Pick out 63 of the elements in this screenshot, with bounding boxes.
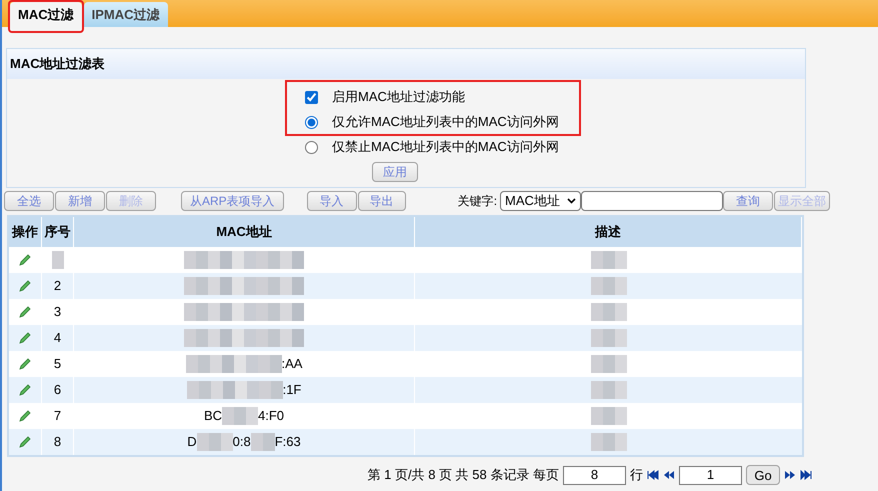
mac-cell-text: :AA [282,355,302,374]
index-cell-text: 2 [54,277,62,296]
mac-cell-text: 4:F0 [258,407,284,426]
checkbox[interactable] [305,90,318,104]
page-field[interactable]: 1 [679,466,742,484]
mac-cell-text: 0:8 [232,433,251,452]
pixelated-mask [590,329,626,347]
pencil-icon[interactable] [18,435,32,449]
mac-cell-text: D [187,433,197,452]
toolbar-button[interactable]: 新增 [55,191,105,211]
pencil-icon[interactable] [18,409,32,423]
pixelated-mask [222,407,258,425]
index-cell-text: 5 [54,355,62,374]
pixelated-mask [590,355,626,373]
page-summary: 第 1 页/共 8 页 共 58 条记录 每页 [368,466,559,484]
toolbar-button[interactable]: 全选 [4,191,54,211]
pencil-icon[interactable] [18,253,32,267]
previous-page-icon[interactable] [663,470,675,480]
pencil-icon[interactable] [18,357,32,371]
pencil-icon[interactable] [18,383,32,397]
go-button[interactable]: Go [746,465,780,485]
apply-button[interactable]: 应用 [372,162,418,182]
chevron-down-icon [567,198,576,204]
mac-cell-text: :1F [282,381,302,400]
rows-label: 行 [630,466,643,484]
index-cell-text: 8 [54,433,62,452]
pixelated-mask [250,433,275,451]
pencil-icon[interactable] [18,305,32,319]
mac-cell-text: F:63 [274,433,301,452]
pixelated-mask [590,277,626,295]
toolbar-button[interactable]: 从ARP表项导入 [181,191,284,211]
radio-button[interactable] [305,140,318,154]
option-label: 仅禁止MAC地址列表中的MAC访问外网 [332,138,559,156]
pixelated-mask [52,251,64,269]
pixelated-mask [590,303,626,321]
keyword-label: 关键字: [458,193,498,210]
pencil-icon[interactable] [18,279,32,293]
index-cell-text: 7 [54,407,62,426]
index-cell-text: 4 [54,329,62,348]
pixelated-mask [590,381,626,399]
index-cell-text: 6 [54,381,62,400]
first-page-icon[interactable] [647,470,659,480]
radio-button[interactable] [305,116,318,128]
mac-cell-text: BC [204,407,222,426]
last-page-icon[interactable] [800,470,812,480]
pixelated-mask [590,407,626,425]
keyword-select[interactable]: MAC地址 [500,191,582,211]
toolbar-button[interactable]: 导入 [306,191,357,211]
pixelated-mask [590,251,626,269]
option-label: 启用MAC地址过滤功能 [332,88,465,106]
toolbar-button[interactable]: 导出 [358,191,406,211]
index-cell-text: 3 [54,303,62,322]
keyword-field[interactable] [581,191,724,211]
tab[interactable]: IPMAC过滤 [84,2,168,27]
pixelated-mask [590,433,626,451]
toolbar-button[interactable]: 查询 [723,191,774,211]
next-page-icon[interactable] [784,470,796,480]
panel-title: MAC地址过滤表 [7,49,805,79]
tab[interactable]: MAC过滤 [10,2,82,27]
option-label: 仅允许MAC地址列表中的MAC访问外网 [332,113,559,132]
per-page-field[interactable]: 8 [563,466,626,484]
pencil-icon[interactable] [18,331,32,345]
pixelated-mask [196,433,233,451]
